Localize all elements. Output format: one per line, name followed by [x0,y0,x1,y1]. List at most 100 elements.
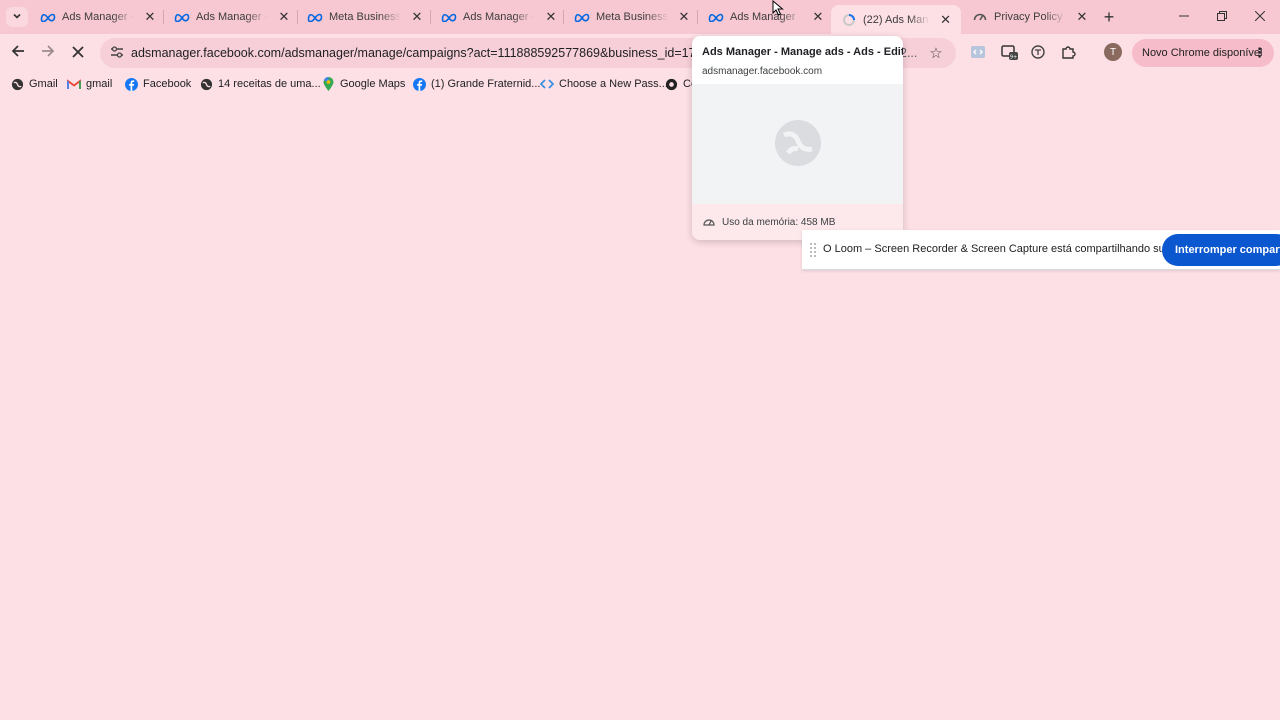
close-icon[interactable]: ✕ [276,9,292,25]
tab-hover-card: Ads Manager - Manage ads - Ads - Edit ad… [692,36,903,240]
tab-search-button[interactable] [6,7,28,27]
bookmark-item[interactable]: Choose a New Pass... [540,76,668,92]
extensions-menu-button[interactable] [1058,43,1078,63]
new-tab-button[interactable]: + [1098,7,1120,27]
extension-devtools-button[interactable] [968,43,988,63]
browser-tab[interactable]: Meta Business Su ✕ [297,4,433,30]
extension-recorder-button[interactable]: 9+ [1000,43,1020,63]
meta-icon [307,9,323,25]
facebook-icon [412,77,426,91]
tab-title: Ads Manager - M [62,11,134,23]
close-icon[interactable]: ✕ [409,9,425,25]
policy-icon [972,9,988,25]
hover-card-domain: adsmanager.facebook.com [702,66,823,77]
bookmark-label: Choose a New Pass... [559,78,668,90]
memory-text: Uso da memória: 458 MB [722,216,836,228]
meta-icon [708,9,724,25]
page-content [0,96,1280,720]
site-info-button[interactable] [106,42,128,64]
meta-icon [174,9,190,25]
tab-strip: Ads Manager - M ✕ Ads Manager - M ✕ Meta… [0,0,1280,34]
bookmark-item[interactable]: (1) Grande Fraternid... [412,76,540,92]
bookmark-label: Google Maps [340,78,406,90]
restore-button[interactable] [1206,4,1238,28]
browser-tab[interactable]: Ads Manager - M ✕ [30,4,166,30]
code-icon [540,77,554,91]
tab-title: Privacy Policy - F [994,11,1066,23]
globe-icon [199,77,213,91]
chrome-update-button[interactable]: Novo Chrome disponível ⋮ [1132,39,1274,67]
meta-icon [441,9,457,25]
stop-sharing-label: Interromper compartilhamento [1175,244,1280,256]
restore-icon [1217,9,1227,24]
bookmark-item[interactable]: 14 receitas de uma... [199,76,321,92]
star-icon: ☆ [929,45,943,62]
circle-icon [664,77,678,91]
minimize-icon [1179,9,1189,24]
browser-tab[interactable]: Privacy Policy - F ✕ [962,4,1098,30]
bookmark-item[interactable]: gmail [67,76,112,92]
screen-share-bar: O Loom – Screen Recorder & Screen Captur… [802,230,1280,270]
close-icon[interactable]: ✕ [810,9,826,25]
facebook-icon [124,77,138,91]
chevron-down-icon [12,10,22,24]
close-icon [72,45,84,62]
arrow-right-icon [41,44,55,62]
tab-title: Meta Business Su [329,11,401,23]
memory-icon [702,215,716,229]
bookmarks-bar: Gmail gmail Facebook 14 receitas de uma.… [0,72,1280,96]
close-window-button[interactable] [1244,4,1276,28]
browser-tab[interactable]: Meta Business Su ✕ [564,4,700,30]
hover-card-preview [692,84,903,204]
minimize-button[interactable] [1168,4,1200,28]
loading-icon [841,12,857,28]
browser-tab[interactable]: Ads Manager - M ✕ [431,4,567,30]
browser-tab[interactable]: Ads Manager - M ✕ [164,4,300,30]
meta-icon [574,9,590,25]
browser-tab-active[interactable]: (22) Ads Manage ✕ [831,5,961,34]
bookmark-label: 14 receitas de uma... [218,78,321,90]
bookmark-label: Gmail [29,78,58,90]
tab-title: Ads Manager - M [463,11,535,23]
browser-toolbar: adsmanager.facebook.com/adsmanager/manag… [0,34,1280,72]
bookmark-label: gmail [86,78,113,90]
globe-icon [10,77,24,91]
puzzle-icon [1060,44,1076,63]
close-icon[interactable]: ✕ [543,9,559,25]
mouse-cursor-icon [772,0,784,16]
drag-handle-icon[interactable] [810,243,816,257]
plus-icon: + [1103,6,1115,27]
tab-title: Meta Business Su [596,11,668,23]
stop-loading-button[interactable] [66,41,90,65]
avatar-letter: T [1109,46,1117,58]
update-label: Novo Chrome disponível [1142,47,1263,59]
translate-icon [1030,44,1046,63]
recorder-extension-icon: 9+ [1001,43,1019,64]
meta-icon [40,9,56,25]
close-icon [1254,9,1266,24]
extension-translate-button[interactable] [1028,43,1048,63]
bookmark-item[interactable]: Facebook [124,76,191,92]
more-vert-icon[interactable]: ⋮ [1253,45,1266,61]
bookmark-item[interactable]: Gmail [10,76,58,92]
close-icon[interactable]: ✕ [676,9,692,25]
url-text: adsmanager.facebook.com/adsmanager/manag… [131,46,738,60]
code-extension-icon [970,44,986,63]
share-message: O Loom – Screen Recorder & Screen Captur… [823,243,1195,255]
close-icon[interactable]: ✕ [1074,9,1090,25]
tab-title: Ads Manager - M [196,11,268,23]
tune-icon [110,45,124,61]
bookmark-star-button[interactable]: ☆ [926,43,946,63]
bookmark-label: (1) Grande Fraternid... [431,78,541,90]
svg-text:9+: 9+ [1010,54,1017,60]
back-button[interactable] [6,41,30,65]
bookmark-label: Facebook [143,78,192,90]
bookmark-item[interactable]: Google Maps [321,76,405,92]
forward-button[interactable] [36,41,60,65]
globe-icon [774,119,822,170]
browser-tab[interactable]: Ads Manager - M ✕ [698,4,834,30]
close-icon[interactable]: ✕ [142,9,158,25]
profile-avatar[interactable]: T [1104,43,1122,61]
close-icon[interactable]: ✕ [938,12,953,28]
stop-sharing-button[interactable]: Interromper compartilhamento [1162,234,1280,266]
